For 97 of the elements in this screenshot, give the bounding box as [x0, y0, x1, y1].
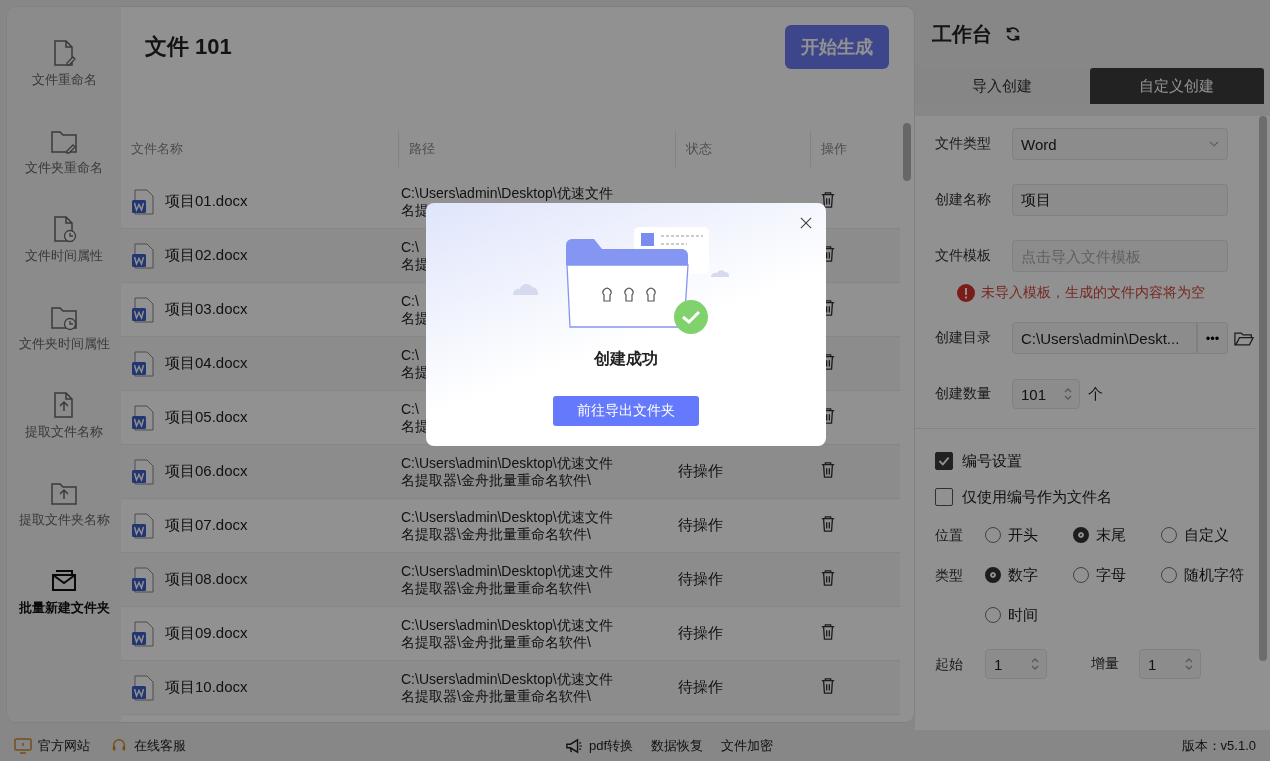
sidebar-item[interactable]: 文件时间属性	[7, 215, 121, 303]
status-text: 待操作	[678, 678, 723, 695]
word-file-icon	[131, 242, 155, 269]
file-name: 项目03.docx	[165, 300, 248, 319]
footer-link[interactable]: 在线客服	[134, 736, 186, 755]
word-file-icon	[131, 404, 155, 431]
file-path: C:\Users\admin\Desktop\优速文件 名提取器\金舟批量重命名软件\	[401, 616, 613, 651]
file-name: 项目06.docx	[165, 462, 248, 481]
file-name: 项目08.docx	[165, 570, 248, 589]
file-name: 项目02.docx	[165, 246, 248, 265]
open-folder-button[interactable]: 前往导出文件夹	[553, 396, 699, 426]
file-name: 项目10.docx	[165, 678, 248, 697]
increment-spinner[interactable]: 1	[1139, 649, 1201, 679]
field-label: 文件类型	[935, 135, 992, 153]
warning-text: 未导入模板，生成的文件内容将为空	[981, 284, 1205, 302]
file-path: C:\Users\admin\Desktop\优速文件 名提取器\金舟批量重命名软件\	[401, 670, 613, 705]
spinner-arrows-icon	[1063, 387, 1073, 401]
sidebar-item[interactable]: 提取文件夹名称	[7, 479, 121, 567]
scrollbar[interactable]	[1259, 116, 1267, 661]
file-path: C:\Users\admin\Desktop\优速文件 名提取器\金舟批量重命名软件\	[401, 454, 613, 489]
sidebar-item[interactable]: 文件夹重命名	[7, 127, 121, 215]
directory-field[interactable]: C:\Users\admin\Deskt...	[1012, 322, 1197, 354]
sidebar-item[interactable]: 文件夹时间属性	[7, 303, 121, 391]
footer-link[interactable]: pdf转换	[589, 736, 634, 755]
field-label: 类型	[935, 566, 964, 585]
file-path: C:\Users\admin\Desktop\优速文件 名提取器\金舟批量重命名软件\	[401, 562, 613, 597]
unit-label: 个	[1088, 384, 1103, 404]
field-label: 位置	[935, 526, 964, 545]
browse-button[interactable]: •••	[1197, 322, 1228, 354]
radio-label: 数字	[1008, 565, 1038, 585]
radio-label: 末尾	[1096, 525, 1126, 545]
radio-label: 随机字符	[1184, 565, 1244, 585]
column-header: 路径	[398, 131, 675, 167]
name-field[interactable]: 项目	[1012, 184, 1228, 216]
radio-label: 自定义	[1184, 525, 1229, 545]
tab[interactable]: 自定义创建	[1089, 68, 1264, 104]
column-header: 操作	[810, 131, 900, 167]
sidebar-item[interactable]: 文件重命名	[7, 39, 121, 127]
start-button[interactable]: 开始生成	[785, 25, 889, 69]
folder-icon[interactable]	[1234, 329, 1254, 347]
file-name: 项目09.docx	[165, 624, 248, 643]
column-header: 状态	[675, 131, 810, 167]
field-label: 创建数量	[935, 385, 992, 403]
monitor-icon	[14, 737, 32, 754]
panel-title: 工作台	[932, 21, 992, 47]
field-label: 创建名称	[935, 191, 992, 209]
status-text: 待操作	[678, 462, 723, 479]
spinner-arrows-icon	[1030, 657, 1040, 671]
dialog-title: 创建成功	[594, 349, 658, 369]
chevron-down-icon	[1209, 141, 1219, 147]
file-name: 项目05.docx	[165, 408, 248, 427]
word-file-icon	[131, 566, 155, 593]
field-label: 增量	[1091, 655, 1119, 673]
scrollbar[interactable]	[903, 123, 911, 181]
file-name: 项目01.docx	[165, 192, 248, 211]
delete-icon[interactable]	[820, 191, 836, 209]
close-icon[interactable]	[800, 217, 812, 229]
radio-label: 字母	[1096, 565, 1126, 585]
word-file-icon	[131, 458, 155, 485]
radio-button[interactable]	[985, 567, 1001, 583]
page-title: 文件 101	[145, 33, 232, 61]
checkbox-label: 编号设置	[962, 451, 1022, 471]
file-name: 项目04.docx	[165, 354, 248, 373]
sidebar-item[interactable]: 批量新建文件夹	[7, 567, 121, 655]
field-label: 起始	[935, 655, 964, 674]
count-spinner[interactable]: 101	[1012, 379, 1080, 409]
radio-button[interactable]	[1073, 527, 1089, 543]
footer-link[interactable]: 数据恢复	[651, 736, 704, 755]
megaphone-icon	[565, 737, 583, 754]
footer-link[interactable]: 文件加密	[721, 736, 774, 755]
checkbox[interactable]	[935, 452, 953, 470]
field-label: 文件模板	[935, 247, 992, 265]
refresh-icon[interactable]	[1004, 25, 1022, 43]
version-text: 版本：v5.1.0	[1181, 736, 1256, 755]
word-file-icon	[131, 512, 155, 539]
word-file-icon	[131, 188, 155, 215]
checkbox[interactable]	[935, 488, 953, 506]
radio-label: 时间	[1008, 605, 1038, 625]
file-type-dropdown[interactable]: Word	[1012, 128, 1228, 160]
status-text: 待操作	[678, 624, 723, 641]
status-text: 待操作	[678, 516, 723, 533]
file-path: C:\Users\admin\Desktop\优速文件 名提取器\金舟批量重命名软件\	[401, 508, 613, 543]
checkbox-label: 仅使用编号作为文件名	[962, 487, 1112, 507]
field-label: 创建目录	[935, 329, 992, 347]
word-file-icon	[131, 674, 155, 701]
spinner-arrows-icon	[1184, 657, 1194, 671]
start-spinner[interactable]: 1	[985, 649, 1047, 679]
footer-link[interactable]: 官方网站	[38, 736, 90, 755]
word-file-icon	[131, 350, 155, 377]
file-name: 项目07.docx	[165, 516, 248, 535]
sidebar-item[interactable]: 提取文件名称	[7, 391, 121, 479]
warning-icon	[957, 284, 975, 302]
status-text: 待操作	[678, 570, 723, 587]
word-file-icon	[131, 620, 155, 647]
radio-label: 开头	[1008, 525, 1038, 545]
word-file-icon	[131, 296, 155, 323]
column-header: 文件名称	[130, 140, 184, 158]
